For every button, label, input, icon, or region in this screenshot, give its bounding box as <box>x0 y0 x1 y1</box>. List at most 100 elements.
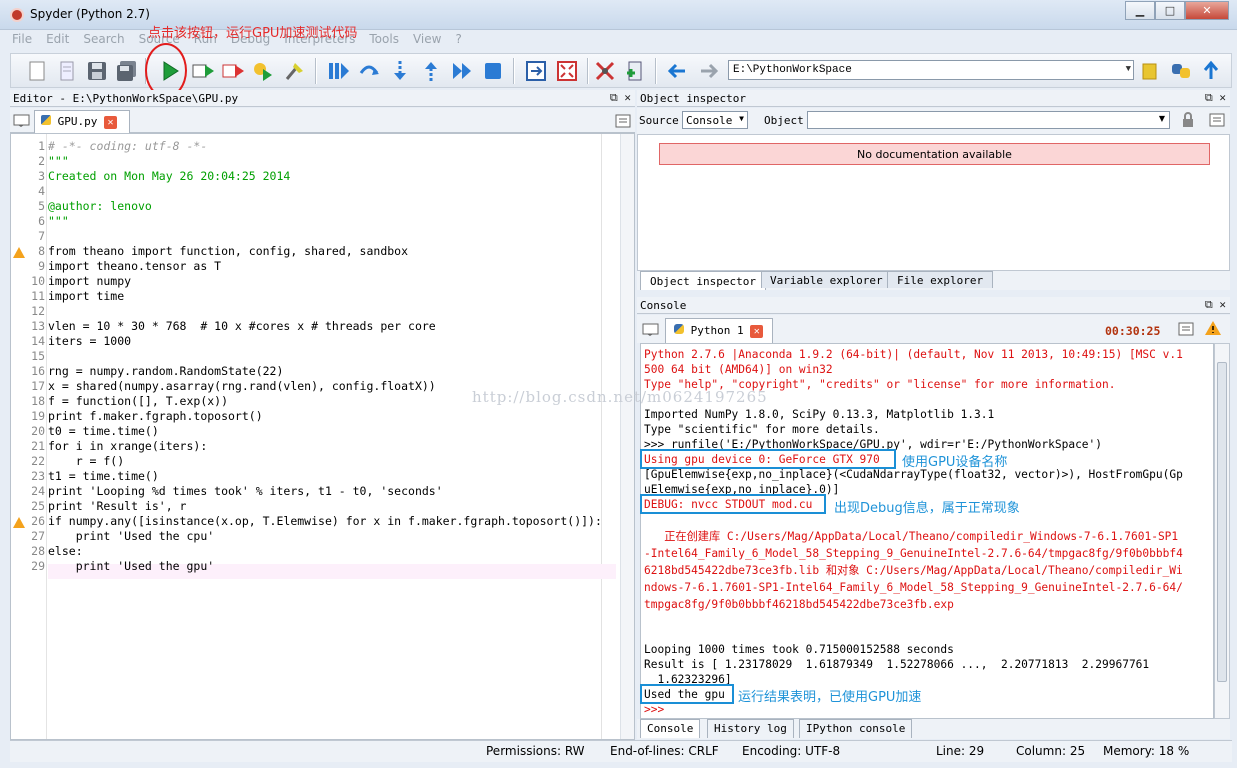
tab-file-explorer[interactable]: File explorer <box>887 271 994 288</box>
status-column: Column: 25 <box>1016 744 1086 758</box>
line-number: 17 <box>31 379 45 393</box>
object-input[interactable]: ▼ <box>807 111 1170 129</box>
tab-history-log[interactable]: History log <box>707 719 794 738</box>
save-icon[interactable] <box>85 59 109 83</box>
save-all-icon[interactable] <box>115 59 139 83</box>
open-file-icon[interactable] <box>55 59 79 83</box>
line-number: 10 <box>31 274 45 288</box>
line-number: 8 <box>38 244 45 258</box>
menu-help[interactable]: ? <box>455 32 461 50</box>
step-into-icon[interactable] <box>388 59 412 83</box>
code-line: @author: lenovo <box>48 199 152 213</box>
code-line: rng = numpy.random.RandomState(22) <box>48 364 284 378</box>
debug-icon[interactable] <box>326 59 350 83</box>
line-number: 4 <box>38 184 45 198</box>
tab-console[interactable]: Console <box>640 719 701 738</box>
back-arrow-icon[interactable] <box>665 59 689 83</box>
options-menu-icon[interactable] <box>1209 112 1225 128</box>
close-tab-icon[interactable]: ✕ <box>104 116 117 129</box>
pane-undock-close-icon[interactable]: ⧉ ✕ <box>1205 298 1226 312</box>
pythonpath-icon[interactable] <box>623 59 647 83</box>
pane-undock-close-icon[interactable]: ⧉ ✕ <box>610 91 631 105</box>
status-bar: Permissions: RW End-of-lines: CRLF Encod… <box>10 740 1232 762</box>
tab-variable-explorer[interactable]: Variable explorer <box>761 271 892 288</box>
console-line: Python 2.7.6 |Anaconda 1.9.2 (64-bit)| (… <box>644 348 1183 361</box>
close-window-button[interactable]: ✕ <box>1185 1 1229 20</box>
status-permissions: Permissions: RW <box>486 744 585 758</box>
preferences-icon[interactable] <box>593 59 617 83</box>
status-encoding: Encoding: UTF-8 <box>742 744 841 758</box>
window-title: Spyder (Python 2.7) <box>30 7 150 21</box>
menu-file[interactable]: File <box>12 32 32 50</box>
run-selection-icon[interactable] <box>251 59 275 83</box>
new-file-icon[interactable] <box>25 59 49 83</box>
status-eol: End-of-lines: CRLF <box>610 744 719 758</box>
continue-icon[interactable] <box>450 59 474 83</box>
source-select[interactable]: Console ▼ <box>682 111 748 129</box>
browse-tabs-icon[interactable] <box>13 114 31 128</box>
source-label: Source <box>639 114 679 127</box>
step-over-icon[interactable] <box>357 59 381 83</box>
line-number: 6 <box>38 214 45 228</box>
no-documentation-message: No documentation available <box>659 143 1210 165</box>
code-line: """ <box>48 214 69 228</box>
editor-scrollbar[interactable] <box>620 134 634 739</box>
tab-python-1-label: Python 1 <box>690 324 744 337</box>
run-config-icon[interactable] <box>191 59 215 83</box>
line-number: 21 <box>31 439 45 453</box>
pane-undock-close-icon[interactable]: ⧉ ✕ <box>1205 91 1226 105</box>
console-tab-bar: Python 1 ✕ 00:30:25 <box>637 315 1230 343</box>
menu-view[interactable]: View <box>413 32 441 50</box>
menu-tools[interactable]: Tools <box>369 32 399 50</box>
tab-gpu-py[interactable]: GPU.py ✕ <box>34 110 130 133</box>
options-menu-icon[interactable] <box>615 114 631 128</box>
parent-dir-icon[interactable] <box>1199 59 1223 83</box>
lock-icon[interactable] <box>1180 112 1196 128</box>
code-line: import numpy <box>48 274 132 288</box>
debug-highlight <box>640 494 826 514</box>
maximize-pane-icon[interactable] <box>524 59 548 83</box>
code-editor[interactable]: 1 # -*- coding: utf-8 -*- 2 """ 3 Create… <box>10 133 635 740</box>
browse-folder-icon[interactable] <box>1138 59 1162 83</box>
python-path-icon[interactable] <box>1169 59 1193 83</box>
line-number: 7 <box>38 229 45 243</box>
chevron-down-icon: ▼ <box>739 114 744 123</box>
run-external-icon[interactable] <box>221 59 245 83</box>
console-scrollbar-thumb[interactable] <box>1217 362 1227 682</box>
tab-python-1[interactable]: Python 1 ✕ <box>665 318 773 343</box>
console-line: Looping 1000 times took 0.715000152588 s… <box>644 643 954 656</box>
console-pane-title: Console <box>640 299 687 312</box>
code-line: print 'Result is', r <box>48 499 187 513</box>
menu-edit[interactable]: Edit <box>46 32 69 50</box>
inspector-tab-bar: Object inspector Variable explorer File … <box>637 271 1230 290</box>
browse-tabs-icon[interactable] <box>642 323 660 337</box>
code-line: """ <box>48 154 69 168</box>
tools-run-icon[interactable] <box>283 59 307 83</box>
options-menu-icon[interactable] <box>1178 321 1194 337</box>
fullscreen-icon[interactable] <box>555 59 579 83</box>
forward-arrow-icon[interactable] <box>697 59 721 83</box>
tab-object-inspector[interactable]: Object inspector <box>640 271 766 290</box>
stop-debug-icon[interactable] <box>481 59 505 83</box>
inspector-pane-title: Object inspector <box>640 92 746 105</box>
code-line: # -*- coding: utf-8 -*- <box>48 139 208 153</box>
console-line: 500 64 bit (AMD64)] on win32 <box>644 363 833 376</box>
code-line: print 'Used the gpu' <box>48 559 215 573</box>
chevron-down-icon[interactable]: ▼ <box>1126 64 1131 74</box>
console-scrollbar[interactable] <box>1214 343 1230 719</box>
close-tab-icon[interactable]: ✕ <box>750 325 764 338</box>
tab-ipython-console[interactable]: IPython console <box>799 719 913 738</box>
run-button-annotation: 点击该按钮，运行GPU加速测试代码 <box>148 26 358 41</box>
code-line: import time <box>48 289 125 303</box>
minimize-button[interactable]: ▁ <box>1125 1 1155 20</box>
code-line: Created on Mon May 26 20:04:25 2014 <box>48 169 291 183</box>
warning-icon[interactable] <box>1204 320 1222 336</box>
step-return-icon[interactable] <box>419 59 443 83</box>
menu-search[interactable]: Search <box>83 32 124 50</box>
code-line: from theano import function, config, sha… <box>48 244 409 258</box>
maximize-button[interactable]: □ <box>1155 1 1185 20</box>
code-line: t1 = time.time() <box>48 469 159 483</box>
working-directory-combo[interactable]: E:\PythonWorkSpace ▼ <box>728 60 1134 80</box>
chevron-down-icon[interactable]: ▼ <box>1159 114 1165 123</box>
line-number: 9 <box>38 259 45 273</box>
